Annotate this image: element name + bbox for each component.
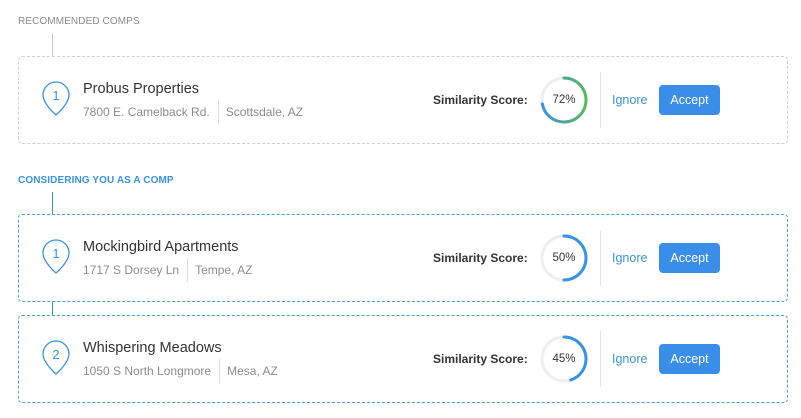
comp-card: 1 Mockingbird Apartments 1717 S Dorsey L… — [18, 214, 788, 302]
ignore-button[interactable]: Ignore — [612, 93, 647, 107]
recommended-comps-heading: RECOMMENDED COMPS — [18, 16, 140, 27]
city-state: Tempe, AZ — [195, 263, 253, 277]
property-address: 1717 S Dorsey Ln Tempe, AZ — [83, 258, 252, 282]
card-divider — [600, 331, 601, 387]
similarity-score-label: Similarity Score: — [433, 93, 528, 107]
property-name: Whispering Meadows — [83, 340, 222, 356]
similarity-score-label: Similarity Score: — [433, 352, 528, 366]
connector-line — [52, 192, 53, 214]
comp-card: 1 Probus Properties 7800 E. Camelback Rd… — [18, 56, 788, 144]
street-address: 1717 S Dorsey Ln — [83, 263, 180, 277]
similarity-score-value: 50% — [552, 252, 576, 264]
connector-line — [52, 302, 53, 315]
connector-line — [52, 33, 53, 56]
ignore-button[interactable]: Ignore — [612, 251, 647, 265]
similarity-gauge: 72% — [539, 75, 589, 125]
address-separator — [217, 100, 219, 124]
svg-text:1: 1 — [52, 88, 59, 103]
city-state: Mesa, AZ — [227, 364, 278, 378]
address-separator — [219, 359, 221, 383]
property-address: 7800 E. Camelback Rd. Scottsdale, AZ — [83, 100, 303, 124]
accept-button[interactable]: Accept — [659, 243, 720, 273]
accept-button[interactable]: Accept — [659, 85, 720, 115]
card-divider — [600, 230, 601, 286]
map-pin-icon: 1 — [41, 80, 71, 118]
similarity-score-value: 45% — [552, 353, 576, 365]
svg-text:1: 1 — [52, 246, 59, 261]
similarity-score-value: 72% — [552, 94, 576, 106]
similarity-score-label: Similarity Score: — [433, 251, 528, 265]
city-state: Scottsdale, AZ — [225, 105, 304, 119]
similarity-gauge: 50% — [539, 233, 589, 283]
street-address: 7800 E. Camelback Rd. — [83, 105, 210, 119]
comp-card: 2 Whispering Meadows 1050 S North Longmo… — [18, 315, 788, 403]
accept-button[interactable]: Accept — [659, 344, 720, 374]
street-address: 1050 S North Longmore — [83, 364, 212, 378]
property-name: Mockingbird Apartments — [83, 239, 239, 255]
card-divider — [600, 72, 601, 128]
ignore-button[interactable]: Ignore — [612, 352, 647, 366]
map-pin-icon: 1 — [41, 238, 71, 276]
similarity-gauge: 45% — [539, 334, 589, 384]
svg-text:2: 2 — [52, 347, 59, 362]
property-name: Probus Properties — [83, 81, 200, 97]
address-separator — [187, 258, 189, 282]
map-pin-icon: 2 — [41, 339, 71, 377]
property-address: 1050 S North Longmore Mesa, AZ — [83, 359, 278, 383]
considering-comps-heading: CONSIDERING YOU AS A COMP — [18, 175, 174, 186]
